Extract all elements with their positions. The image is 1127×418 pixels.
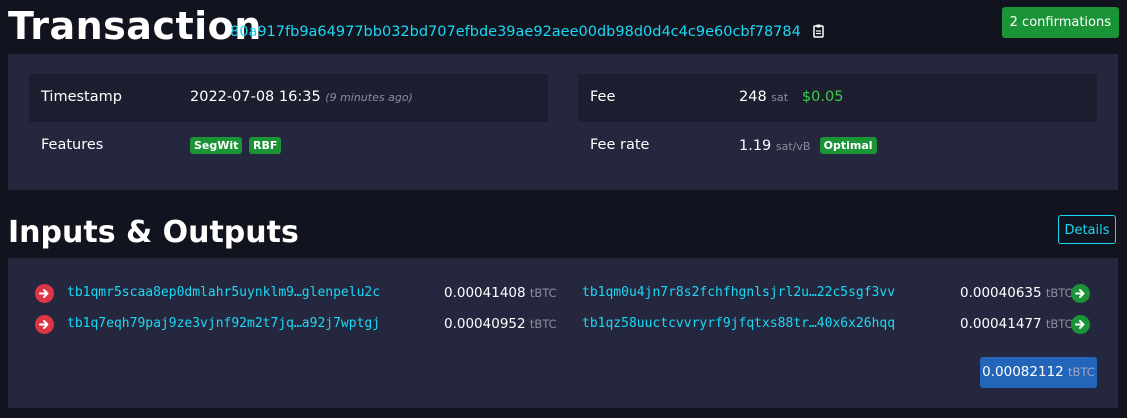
total-amount-unit: tBTC (1068, 365, 1095, 379)
timestamp-relative: (9 minutes ago) (325, 91, 413, 104)
input-arrow-icon[interactable] (35, 284, 54, 303)
features-value: SegWit RBF (190, 137, 283, 154)
total-amount-value: 0.00082112 (982, 364, 1064, 380)
input-amount-unit: tBTC (529, 317, 557, 331)
feature-badge-rbf[interactable]: RBF (249, 137, 282, 154)
output-amount-unit: tBTC (1045, 317, 1073, 331)
feerate-unit: sat/vB (775, 140, 811, 153)
feerate-amount: 1.19 (739, 138, 772, 154)
details-button[interactable]: Details (1058, 215, 1116, 244)
feature-badge-segwit[interactable]: SegWit (190, 137, 243, 154)
output-amount-value: 0.00041477 (960, 316, 1042, 332)
page-title: Transaction (8, 4, 262, 48)
output-address-link[interactable]: tb1qm0u4jn7r8s2fchfhgnlsjrl2u…22c5sgf3vv (582, 285, 895, 300)
feerate-row: Fee rate 1.19 sat/vB Optimal (578, 122, 1097, 170)
copy-icon[interactable] (813, 24, 825, 42)
fee-unit: sat (771, 91, 789, 104)
input-amount: 0.00040952 tBTC (444, 316, 557, 332)
output-amount-value: 0.00040635 (960, 285, 1042, 301)
input-row: tb1qmr5scaa8ep0dmlahr5uynklm9…glenpelu2c… (35, 284, 565, 314)
input-address-link[interactable]: tb1q7eqh79paj9ze3vjnf92m2t7jq…a92j7wptgj (67, 316, 380, 331)
output-amount-unit: tBTC (1045, 286, 1073, 300)
txid-link[interactable]: 80a917fb9a64977bb032bd707efbde39ae92aee0… (230, 24, 801, 40)
input-arrow-icon[interactable] (35, 315, 54, 334)
fee-row: Fee 248 sat $0.05 (578, 74, 1097, 122)
timestamp-row: Timestamp 2022-07-08 16:35 (9 minutes ag… (29, 74, 548, 122)
input-row: tb1q7eqh79paj9ze3vjnf92m2t7jq…a92j7wptgj… (35, 315, 565, 345)
features-label: Features (41, 137, 104, 153)
feerate-value: 1.19 sat/vB Optimal (739, 137, 879, 154)
confirmations-badge: 2 confirmations (1001, 7, 1119, 38)
transaction-details: Timestamp 2022-07-08 16:35 (9 minutes ag… (8, 54, 1118, 190)
output-row: tb1qm0u4jn7r8s2fchfhgnlsjrl2u…22c5sgf3vv… (582, 284, 1092, 314)
details-table-right: Fee 248 sat $0.05 Fee rate 1.19 sat/vB O… (578, 74, 1097, 170)
transaction-header: Transaction 80a917fb9a64977bb032bd707efb… (8, 2, 1119, 50)
output-row: tb1qz58uuctcvvryrf9jfqtxs88tr…40x6x26hqq… (582, 315, 1092, 345)
input-address-link[interactable]: tb1qmr5scaa8ep0dmlahr5uynklm9…glenpelu2c (67, 285, 380, 300)
inputs-outputs-title: Inputs & Outputs (8, 215, 299, 250)
feerate-label: Fee rate (590, 137, 650, 153)
fee-fiat: $0.05 (801, 89, 844, 105)
feerate-badge: Optimal (819, 137, 877, 154)
input-amount-unit: tBTC (529, 286, 557, 300)
output-arrow-icon[interactable] (1071, 284, 1090, 303)
output-amount: 0.00040635 tBTC (960, 285, 1073, 301)
details-table-left: Timestamp 2022-07-08 16:35 (9 minutes ag… (29, 74, 548, 170)
output-amount: 0.00041477 tBTC (960, 316, 1073, 332)
inputs-outputs-box: tb1qmr5scaa8ep0dmlahr5uynklm9…glenpelu2c… (8, 258, 1118, 408)
input-amount-value: 0.00040952 (444, 316, 526, 332)
total-amount-badge: 0.00082112 tBTC (980, 357, 1097, 388)
fee-label: Fee (590, 89, 616, 105)
timestamp-value: 2022-07-08 16:35 (9 minutes ago) (190, 89, 413, 105)
features-row: Features SegWit RBF (29, 122, 548, 170)
output-arrow-icon[interactable] (1071, 315, 1090, 334)
txid-row: 80a917fb9a64977bb032bd707efbde39ae92aee0… (230, 24, 825, 42)
fee-amount: 248 (739, 89, 767, 105)
timestamp-label: Timestamp (41, 89, 122, 105)
input-amount: 0.00041408 tBTC (444, 285, 557, 301)
output-address-link[interactable]: tb1qz58uuctcvvryrf9jfqtxs88tr…40x6x26hqq (582, 316, 895, 331)
timestamp-date: 2022-07-08 16:35 (190, 89, 321, 105)
input-amount-value: 0.00041408 (444, 285, 526, 301)
fee-value: 248 sat $0.05 (739, 89, 843, 105)
